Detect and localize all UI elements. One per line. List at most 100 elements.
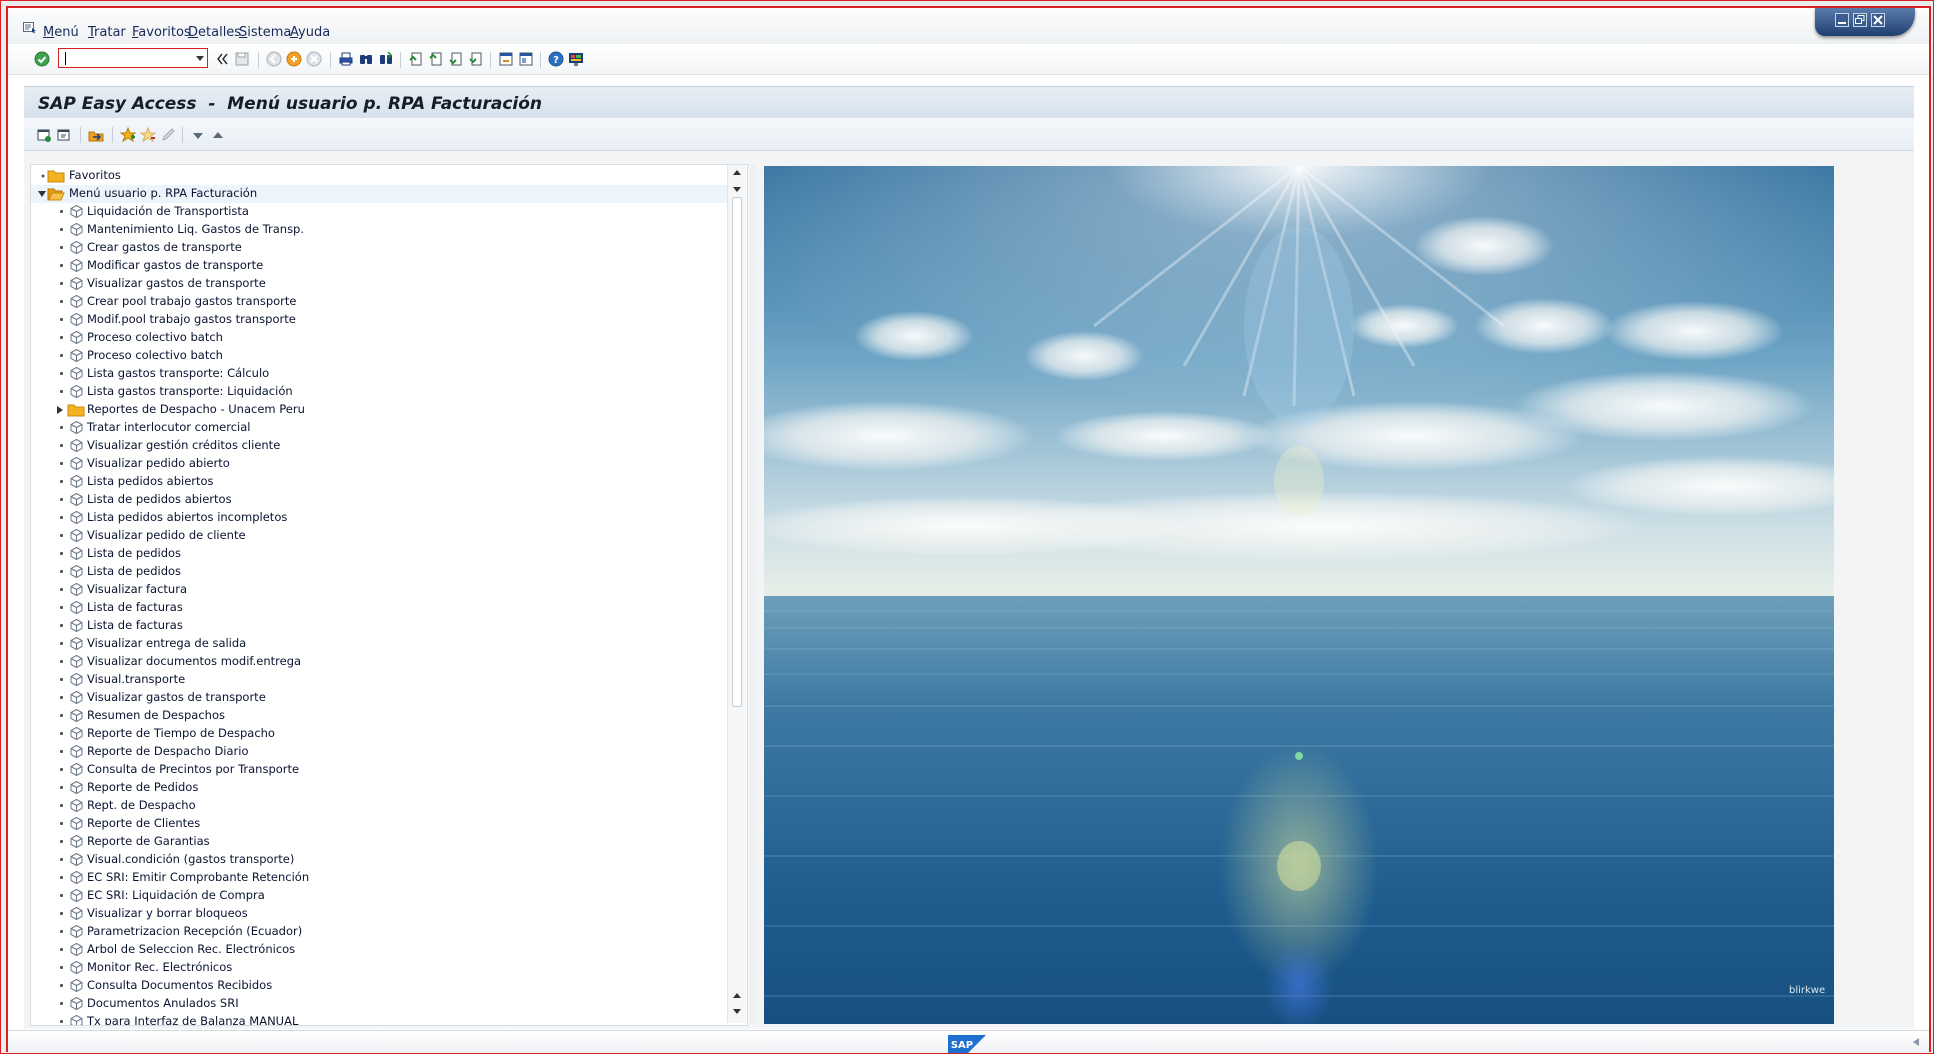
menu-sistema[interactable]: Sistema	[239, 25, 291, 40]
tree-transaction-item[interactable]: Visual.transporte	[31, 671, 727, 689]
tree-transaction-item[interactable]: Lista pedidos abiertos	[31, 473, 727, 491]
tree-transaction-item[interactable]: Modificar gastos de transporte	[31, 257, 727, 275]
user-menu-icon[interactable]	[36, 127, 52, 143]
tree-transaction-item[interactable]: EC SRI: Liquidación de Compra	[31, 887, 727, 905]
tree-transaction-item[interactable]: Visual.condición (gastos transporte)	[31, 851, 727, 869]
tree-transaction-item[interactable]: Reporte de Garantias	[31, 833, 727, 851]
last-page-icon[interactable]	[468, 51, 484, 67]
tree-node-label: Proceso colectivo batch	[87, 330, 223, 344]
restore-button[interactable]	[1853, 13, 1867, 27]
menu-menu[interactable]: Menú	[43, 25, 79, 40]
tree-transaction-item[interactable]: Lista de facturas	[31, 599, 727, 617]
close-button[interactable]	[1871, 13, 1885, 27]
menu-detalles[interactable]: Detalles	[188, 25, 241, 40]
tree-transaction-item[interactable]: Proceso colectivo batch	[31, 347, 727, 365]
transaction-cube-icon	[70, 510, 83, 525]
expand-arrow-icon[interactable]	[37, 189, 47, 199]
move-up-icon[interactable]	[210, 127, 226, 143]
find-next-icon[interactable]	[378, 51, 394, 67]
tree-transaction-item[interactable]: Visualizar factura	[31, 581, 727, 599]
tree-transaction-item[interactable]: Visualizar pedido de cliente	[31, 527, 727, 545]
exit-icon[interactable]	[286, 51, 302, 67]
tree-transaction-item[interactable]: Lista de pedidos	[31, 545, 727, 563]
tree-transaction-item[interactable]: Visualizar gastos de transporte	[31, 275, 727, 293]
enter-icon[interactable]	[34, 51, 50, 67]
scroll-down-icon[interactable]	[733, 187, 741, 192]
tree-node-favorites[interactable]: Favoritos	[31, 167, 727, 185]
tree-transaction-item[interactable]: Visualizar documentos modif.entrega	[31, 653, 727, 671]
tree-transaction-item[interactable]: Lista de pedidos abiertos	[31, 491, 727, 509]
tree-transaction-item[interactable]: Reporte de Clientes	[31, 815, 727, 833]
tree-transaction-item[interactable]: Visualizar y borrar bloqueos	[31, 905, 727, 923]
tree-transaction-item[interactable]: Consulta de Precintos por Transporte	[31, 761, 727, 779]
command-field[interactable]	[58, 48, 208, 69]
tree-transaction-item[interactable]: Crear gastos de transporte	[31, 239, 727, 257]
save-icon[interactable]	[234, 51, 250, 67]
cancel-icon[interactable]	[306, 51, 322, 67]
tree-transaction-item[interactable]: Documentos Anulados SRI	[31, 995, 727, 1013]
tree-transaction-item[interactable]: Arbol de Seleccion Rec. Electrónicos	[31, 941, 727, 959]
print-icon[interactable]	[338, 51, 354, 67]
tree-transaction-item[interactable]: Crear pool trabajo gastos transporte	[31, 293, 727, 311]
tree-transaction-item[interactable]: Resumen de Despachos	[31, 707, 727, 725]
tree-transaction-item[interactable]: Lista gastos transporte: Cálculo	[31, 365, 727, 383]
tree-transaction-item[interactable]: Consulta Documentos Recibidos	[31, 977, 727, 995]
new-session-icon[interactable]	[498, 51, 514, 67]
menu-tratar[interactable]: Tratar	[88, 25, 126, 40]
tree-transaction-item[interactable]: Visualizar gestión créditos cliente	[31, 437, 727, 455]
tree-transaction-item[interactable]: EC SRI: Emitir Comprobante Retención	[31, 869, 727, 887]
collapsed-arrow-icon[interactable]	[55, 405, 65, 415]
tree-transaction-item[interactable]: Visualizar entrega de salida	[31, 635, 727, 653]
scroll-up-icon[interactable]	[733, 993, 741, 998]
double-chevron-left-icon[interactable]	[214, 51, 230, 67]
tree-transaction-item[interactable]: Modif.pool trabajo gastos transporte	[31, 311, 727, 329]
menu-favoritos[interactable]: Favoritos	[132, 25, 191, 40]
move-down-icon[interactable]	[190, 127, 206, 143]
shortcut-icon[interactable]	[518, 51, 534, 67]
status-expand-icon[interactable]	[1911, 1037, 1921, 1047]
minimize-button[interactable]	[1835, 13, 1849, 27]
sap-menu-icon[interactable]	[56, 127, 72, 143]
tree-transaction-item[interactable]: Monitor Rec. Electrónicos	[31, 959, 727, 977]
tree-transaction-item[interactable]: Lista pedidos abiertos incompletos	[31, 509, 727, 527]
scroll-down-icon[interactable]	[733, 1009, 741, 1014]
folder-icon	[47, 170, 65, 183]
tree-scrollbar[interactable]	[727, 165, 746, 1023]
customize-layout-icon[interactable]	[568, 51, 584, 67]
find-icon[interactable]	[358, 51, 374, 67]
tree-folder-item[interactable]: Reportes de Despacho - Unacem Peru	[31, 401, 727, 419]
tree-transaction-item[interactable]: Visualizar pedido abierto	[31, 455, 727, 473]
tree-transaction-item[interactable]: Reporte de Tiempo de Despacho	[31, 725, 727, 743]
tree-transaction-item[interactable]: Lista de pedidos	[31, 563, 727, 581]
tree-transaction-item[interactable]: Proceso colectivo batch	[31, 329, 727, 347]
tree-transaction-item[interactable]: Mantenimiento Liq. Gastos de Transp.	[31, 221, 727, 239]
tree-transaction-item[interactable]: Lista gastos transporte: Liquidación	[31, 383, 727, 401]
tree-transaction-item[interactable]: Parametrizacion Recepción (Ecuador)	[31, 923, 727, 941]
tree-transaction-item[interactable]: Reporte de Pedidos	[31, 779, 727, 797]
tree-transaction-item[interactable]: Visualizar gastos de transporte	[31, 689, 727, 707]
menu-ayuda[interactable]: Ayuda	[290, 25, 330, 40]
add-favorite-icon[interactable]	[120, 127, 136, 143]
tree-transaction-item[interactable]: Tx para Interfaz de Balanza MANUAL	[31, 1013, 727, 1025]
tree-transaction-item[interactable]: Lista de facturas	[31, 617, 727, 635]
delete-favorite-icon[interactable]	[140, 127, 156, 143]
next-page-icon[interactable]	[448, 51, 464, 67]
scroll-up-icon[interactable]	[733, 170, 741, 175]
tree-transaction-item[interactable]: Liquidación de Transportista	[31, 203, 727, 221]
previous-page-icon[interactable]	[428, 51, 444, 67]
other-menu-icon[interactable]	[88, 127, 104, 143]
edit-favorite-icon[interactable]	[160, 127, 176, 143]
tree-transaction-item[interactable]: Rept. de Despacho	[31, 797, 727, 815]
first-page-icon[interactable]	[408, 51, 424, 67]
tree-node-root[interactable]: Menú usuario p. RPA Facturación	[31, 185, 727, 203]
transaction-cube-icon	[70, 798, 83, 813]
pane-splitter[interactable]	[750, 164, 756, 1024]
back-icon[interactable]	[266, 51, 282, 67]
system-menu-icon[interactable]	[23, 22, 37, 34]
scrollbar-thumb[interactable]	[732, 197, 742, 707]
tree-transaction-item[interactable]: Tratar interlocutor comercial	[31, 419, 727, 437]
help-icon[interactable]: ?	[548, 51, 564, 67]
command-input[interactable]	[67, 49, 191, 69]
command-dropdown-icon[interactable]	[196, 56, 204, 61]
tree-transaction-item[interactable]: Reporte de Despacho Diario	[31, 743, 727, 761]
